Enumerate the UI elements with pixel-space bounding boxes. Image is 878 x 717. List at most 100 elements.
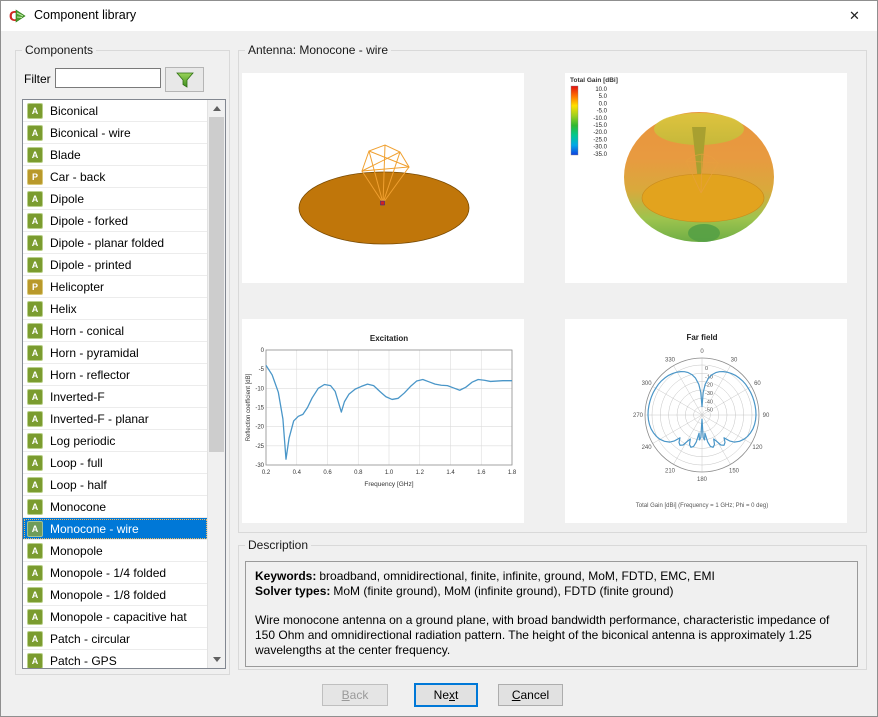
svg-text:-35.0: -35.0 bbox=[593, 152, 607, 158]
scrollbar-thumb[interactable] bbox=[209, 117, 224, 452]
component-list[interactable]: A Biconical ABiconical - wire A Blade PCar - … bbox=[22, 99, 226, 669]
svg-text:0.2: 0.2 bbox=[262, 470, 271, 476]
funnel-icon bbox=[175, 71, 195, 89]
list-item-label: Horn - reflector bbox=[50, 368, 130, 382]
list-item[interactable]: APatch - GPS bbox=[23, 650, 208, 669]
list-item[interactable]: A Dipole bbox=[23, 188, 208, 210]
list-item[interactable]: AMonopole - 1/4 folded bbox=[23, 562, 208, 584]
list-scrollbar[interactable] bbox=[207, 100, 225, 668]
antenna-type-icon: A bbox=[27, 191, 43, 207]
svg-text:Frequency [GHz]: Frequency [GHz] bbox=[364, 481, 413, 488]
cancel-button[interactable]: Cancel bbox=[498, 684, 563, 706]
description-group: Description Keywords:broadband, omnidire… bbox=[238, 545, 867, 670]
svg-text:330: 330 bbox=[665, 358, 676, 364]
svg-text:1.8: 1.8 bbox=[508, 470, 517, 476]
list-item[interactable]: AMonopole - 1/8 folded bbox=[23, 584, 208, 606]
antenna-type-icon: A bbox=[27, 455, 43, 471]
svg-text:Total Gain [dBi] (Frequency =: Total Gain [dBi] (Frequency = 1 GHz; Phi… bbox=[636, 503, 768, 509]
list-item-label: Horn - conical bbox=[50, 324, 124, 338]
list-item[interactable]: AMonopole bbox=[23, 540, 208, 562]
list-item[interactable]: ADipole - planar folded bbox=[23, 232, 208, 254]
list-item-label: Helicopter bbox=[50, 280, 104, 294]
excitation-chart: Excitation0.20.40.60.81.01.21.41.61.80-5… bbox=[242, 319, 524, 523]
svg-text:180: 180 bbox=[697, 477, 708, 483]
component-library-dialog: C Component library ✕ Components Filter … bbox=[0, 0, 878, 717]
list-item[interactable]: A Horn - conical bbox=[23, 320, 208, 342]
list-item[interactable]: A Biconical bbox=[23, 100, 208, 122]
svg-text:5.0: 5.0 bbox=[599, 94, 608, 100]
antenna-type-icon: A bbox=[27, 257, 43, 273]
antenna-type-icon: A bbox=[27, 147, 43, 163]
svg-text:-40: -40 bbox=[705, 399, 713, 405]
list-item[interactable]: ALoop - full bbox=[23, 452, 208, 474]
filter-button[interactable] bbox=[165, 67, 204, 92]
list-item-label: Dipole - forked bbox=[50, 214, 128, 228]
chevron-down-icon bbox=[213, 657, 221, 662]
list-item[interactable]: A Helix bbox=[23, 298, 208, 320]
list-item[interactable]: A Monocone bbox=[23, 496, 208, 518]
list-item[interactable]: ABiconical - wire bbox=[23, 122, 208, 144]
antenna-preview-label: Antenna: Monocone - wire bbox=[245, 43, 391, 57]
list-item[interactable]: PCar - back bbox=[23, 166, 208, 188]
list-item[interactable]: ADipole - forked bbox=[23, 210, 208, 232]
antenna-type-icon: A bbox=[27, 103, 43, 119]
list-item[interactable]: AInverted-F bbox=[23, 386, 208, 408]
antenna-type-icon: A bbox=[27, 499, 43, 515]
platform-type-icon: P bbox=[27, 169, 43, 185]
antenna-type-icon: A bbox=[27, 543, 43, 559]
window-title: Component library bbox=[34, 8, 136, 22]
svg-text:240: 240 bbox=[642, 445, 653, 451]
list-item-label: Dipole - planar folded bbox=[50, 236, 164, 250]
svg-text:Excitation: Excitation bbox=[370, 334, 408, 343]
list-item-label: Biconical bbox=[50, 104, 98, 118]
svg-text:-10: -10 bbox=[255, 386, 264, 392]
list-item[interactable]: AMonocone - wire bbox=[23, 518, 208, 540]
description-group-label: Description bbox=[245, 538, 311, 552]
svg-text:-15.0: -15.0 bbox=[593, 123, 607, 129]
gain-3d-preview: Total Gain [dBi]10.05.00.0-5.0-10.0-15.0… bbox=[565, 73, 847, 283]
gain-pattern-image: Total Gain [dBi]10.05.00.0-5.0-10.0-15.0… bbox=[565, 73, 847, 283]
list-item-label: Monopole - capacitive hat bbox=[50, 610, 187, 624]
list-item-label: Helix bbox=[50, 302, 77, 316]
back-button[interactable]: Back bbox=[322, 684, 388, 706]
platform-type-icon: P bbox=[27, 279, 43, 295]
list-item[interactable]: A Horn - reflector bbox=[23, 364, 208, 386]
monocone-model-image bbox=[242, 73, 524, 283]
list-item[interactable]: AHorn - pyramidal bbox=[23, 342, 208, 364]
scroll-down-button[interactable] bbox=[208, 651, 225, 668]
antenna-type-icon: A bbox=[27, 301, 43, 317]
svg-text:Far field: Far field bbox=[686, 333, 717, 342]
antenna-type-icon: A bbox=[27, 653, 43, 669]
model-3d-preview bbox=[242, 73, 524, 283]
svg-text:-30.0: -30.0 bbox=[593, 145, 607, 151]
list-item[interactable]: ADipole - printed bbox=[23, 254, 208, 276]
list-item[interactable]: A Blade bbox=[23, 144, 208, 166]
list-item[interactable]: A Monopole - capacitive hat bbox=[23, 606, 208, 628]
svg-text:-5.0: -5.0 bbox=[597, 109, 608, 115]
antenna-type-icon: A bbox=[27, 609, 43, 625]
next-button[interactable]: Next bbox=[414, 683, 478, 707]
farfield-polar-chart: Far field0306090120150180210240270300330… bbox=[565, 319, 847, 523]
keywords-label: Keywords: bbox=[255, 569, 316, 583]
list-item-label: Blade bbox=[50, 148, 81, 162]
close-button[interactable]: ✕ bbox=[832, 1, 877, 31]
list-item[interactable]: APatch - circular bbox=[23, 628, 208, 650]
list-item[interactable]: ALog periodic bbox=[23, 430, 208, 452]
scroll-up-button[interactable] bbox=[208, 100, 225, 117]
list-item[interactable]: P Helicopter bbox=[23, 276, 208, 298]
list-item-label: Dipole bbox=[50, 192, 84, 206]
list-item-label: Monocone bbox=[50, 500, 106, 514]
list-item[interactable]: ALoop - half bbox=[23, 474, 208, 496]
list-item-label: Inverted-F - planar bbox=[50, 412, 149, 426]
svg-text:1.6: 1.6 bbox=[477, 470, 486, 476]
antenna-type-icon: A bbox=[27, 367, 43, 383]
svg-text:1.0: 1.0 bbox=[385, 470, 394, 476]
svg-text:0.4: 0.4 bbox=[293, 470, 302, 476]
antenna-type-icon: A bbox=[27, 323, 43, 339]
svg-text:210: 210 bbox=[665, 468, 676, 474]
filter-input[interactable] bbox=[55, 68, 161, 88]
svg-text:0: 0 bbox=[705, 366, 708, 372]
list-item[interactable]: AInverted-F - planar bbox=[23, 408, 208, 430]
excitation-chart-preview: Excitation0.20.40.60.81.01.21.41.61.80-5… bbox=[242, 319, 524, 523]
svg-text:150: 150 bbox=[729, 468, 740, 474]
